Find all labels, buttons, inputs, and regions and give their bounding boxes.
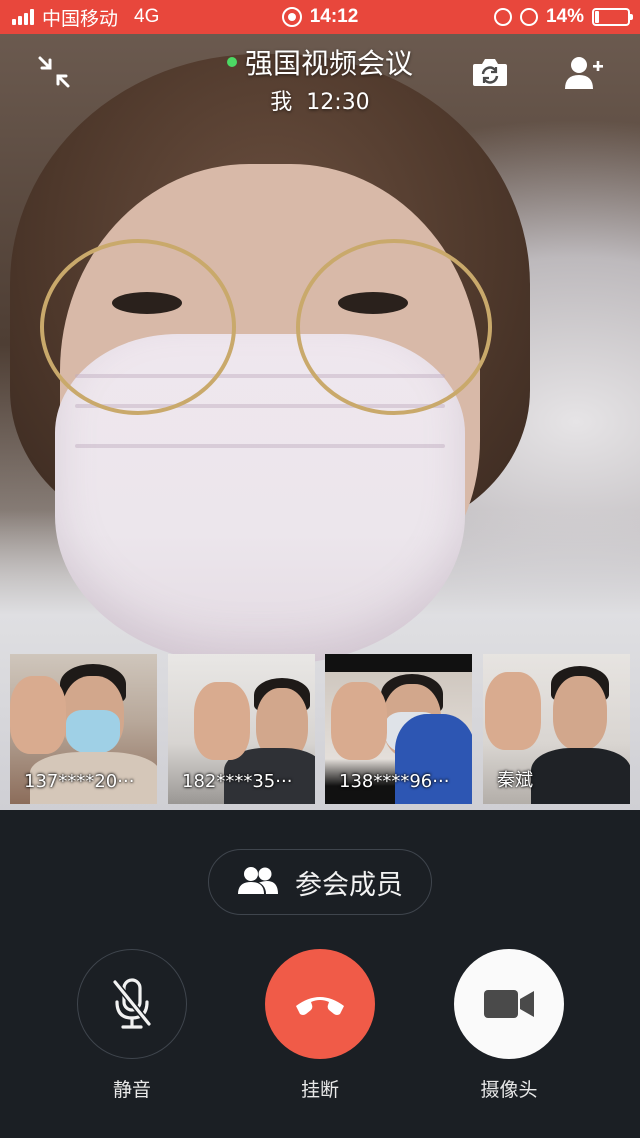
- participant-tile[interactable]: 137****20···: [10, 654, 157, 804]
- video-camera-icon: [484, 990, 534, 1018]
- alarm-icon: [519, 8, 538, 26]
- meeting-host-duration: 我 12:30: [270, 90, 370, 115]
- add-participant-icon[interactable]: [562, 52, 606, 92]
- mute-label: 静音: [112, 1079, 151, 1101]
- camera-label: 摄像头: [480, 1079, 538, 1101]
- hangup-control: 挂断: [265, 949, 375, 1102]
- screen-record-icon: [281, 7, 302, 27]
- members-icon: [237, 864, 279, 900]
- meeting-title: 强国视频会议: [244, 47, 413, 80]
- meeting-header: 强国视频会议 我 12:30: [0, 42, 640, 116]
- status-time: 14:12: [309, 6, 359, 27]
- mute-button[interactable]: [77, 949, 187, 1059]
- participant-label: 137****20···: [24, 771, 135, 792]
- camera-control: 摄像头: [454, 949, 564, 1102]
- participant-tile[interactable]: 182****35···: [168, 654, 315, 804]
- hangup-button[interactable]: [265, 949, 375, 1059]
- participant-strip: 137****20··· 182****35··· 138****96··· 秦…: [0, 654, 640, 804]
- battery-icon: [592, 8, 633, 26]
- battery-percent: 14%: [545, 6, 584, 27]
- hangup-phone-icon: [296, 997, 344, 1015]
- participant-tile[interactable]: 秦斌: [483, 654, 630, 804]
- hangup-label: 挂断: [300, 1079, 339, 1101]
- participant-label: 秦斌: [497, 770, 533, 791]
- online-status-dot: [226, 57, 237, 67]
- mute-control: 静音: [77, 949, 187, 1102]
- participant-label: 182****35···: [182, 771, 293, 792]
- members-label: 参会成员: [295, 869, 403, 901]
- members-button[interactable]: 参会成员: [208, 849, 432, 915]
- participant-label: 138****96···: [339, 771, 450, 792]
- microphone-muted-icon: [112, 978, 152, 1029]
- call-control-panel: 参会成员 静音 挂断 摄像头: [0, 810, 640, 1138]
- camera-button[interactable]: [454, 949, 564, 1059]
- switch-camera-icon[interactable]: [470, 54, 510, 90]
- status-bar: 中国移动 4G 14:12 14%: [0, 0, 640, 34]
- orientation-lock-icon: [493, 8, 512, 26]
- participant-tile[interactable]: 138****96···: [325, 654, 472, 804]
